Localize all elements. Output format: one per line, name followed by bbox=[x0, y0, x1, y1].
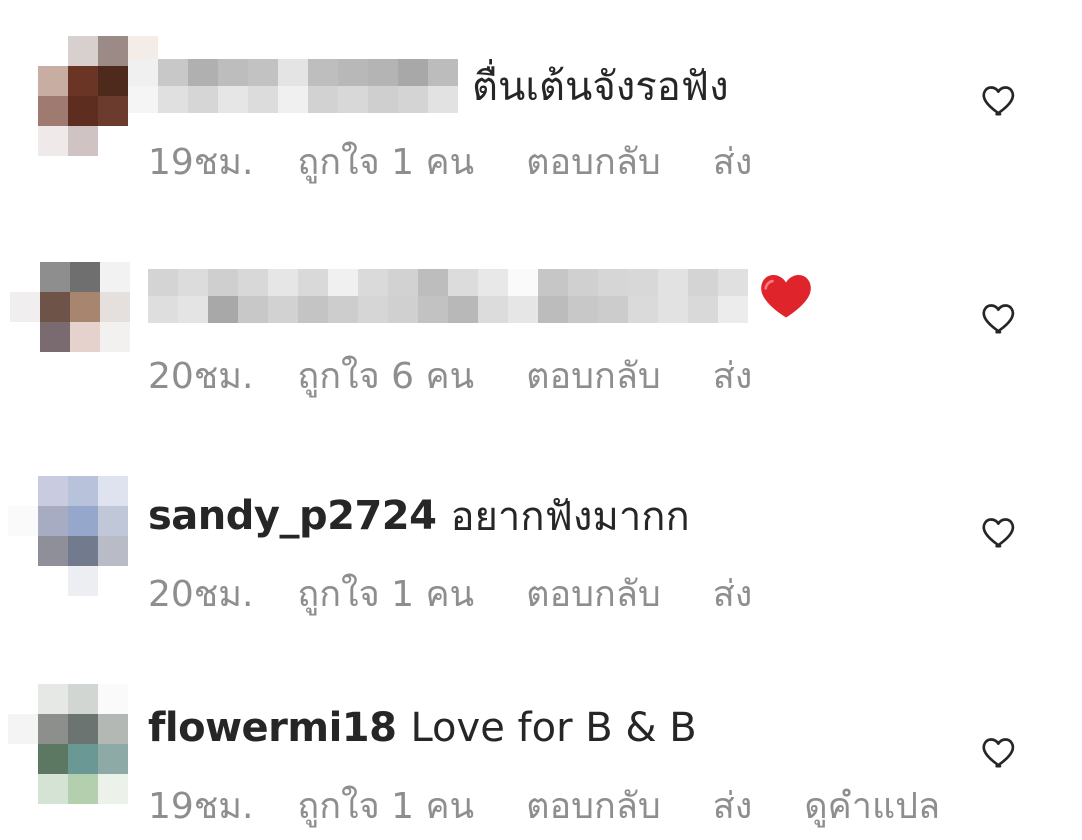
send-button[interactable]: ส่ง bbox=[713, 565, 753, 622]
comment-meta: 19ชม. ถูกใจ 1 คน ตอบกลับ ส่ง ดูคำแปล bbox=[148, 780, 940, 830]
reply-button[interactable]: ตอบกลับ bbox=[526, 133, 661, 190]
send-button[interactable]: ส่ง bbox=[713, 133, 753, 190]
comment-item: ตื่นเต้นจังรอฟัง 19ชม. ถูกใจ 1 คน ตอบกลั… bbox=[0, 30, 1082, 200]
likes-count-link[interactable]: ถูกใจ 1 คน bbox=[297, 565, 474, 622]
heart-outline-icon[interactable] bbox=[980, 298, 1020, 338]
comment-text: ตื่นเต้นจังรอฟัง bbox=[472, 64, 729, 110]
comment-time: 19ชม. bbox=[148, 785, 254, 827]
see-translation-button[interactable]: ดูคำแปล bbox=[804, 777, 940, 834]
reply-button[interactable]: ตอบกลับ bbox=[526, 347, 661, 404]
heart-outline-icon[interactable] bbox=[980, 80, 1020, 120]
comment-meta: 20ชม. ถูกใจ 6 คน ตอบกลับ ส่ง bbox=[148, 350, 804, 400]
comment-time: 19ชม. bbox=[148, 141, 254, 183]
comment-item: 20ชม. ถูกใจ 6 คน ตอบกลับ ส่ง bbox=[0, 250, 1082, 420]
comment-line: sandy_p2724 อยากฟังมากก bbox=[148, 486, 690, 546]
avatar[interactable] bbox=[8, 476, 128, 596]
blurred-username bbox=[148, 269, 748, 323]
comment-line: ตื่นเต้นจังรอฟัง bbox=[128, 56, 729, 116]
username[interactable]: sandy_p2724 bbox=[148, 493, 437, 539]
avatar[interactable] bbox=[8, 684, 128, 804]
likes-count-link[interactable]: ถูกใจ 1 คน bbox=[297, 133, 474, 190]
comment-text: อยากฟังมากก bbox=[450, 494, 690, 540]
reply-button[interactable]: ตอบกลับ bbox=[526, 565, 661, 622]
comment-item: sandy_p2724 อยากฟังมากก 20ชม. ถูกใจ 1 คน… bbox=[0, 470, 1082, 620]
red-heart-emoji bbox=[761, 275, 811, 318]
comment-line bbox=[148, 266, 814, 326]
comment-line: flowermi18 Love for B & B bbox=[148, 698, 697, 758]
username[interactable]: flowermi18 bbox=[148, 705, 397, 751]
blurred-username bbox=[128, 59, 458, 113]
send-button[interactable]: ส่ง bbox=[713, 777, 753, 834]
comment-meta: 20ชม. ถูกใจ 1 คน ตอบกลับ ส่ง bbox=[148, 568, 804, 618]
avatar[interactable] bbox=[10, 262, 130, 382]
heart-outline-icon[interactable] bbox=[980, 732, 1020, 772]
send-button[interactable]: ส่ง bbox=[713, 347, 753, 404]
comment-time: 20ชม. bbox=[148, 355, 254, 397]
heart-outline-icon[interactable] bbox=[980, 512, 1020, 552]
likes-count-link[interactable]: ถูกใจ 6 คน bbox=[297, 347, 474, 404]
comment-meta: 19ชม. ถูกใจ 1 คน ตอบกลับ ส่ง bbox=[148, 136, 804, 186]
comment-text: Love for B & B bbox=[410, 705, 697, 751]
comment-time: 20ชม. bbox=[148, 573, 254, 615]
reply-button[interactable]: ตอบกลับ bbox=[526, 777, 661, 834]
likes-count-link[interactable]: ถูกใจ 1 คน bbox=[297, 777, 474, 834]
comment-item: flowermi18 Love for B & B 19ชม. ถูกใจ 1 … bbox=[0, 680, 1082, 840]
